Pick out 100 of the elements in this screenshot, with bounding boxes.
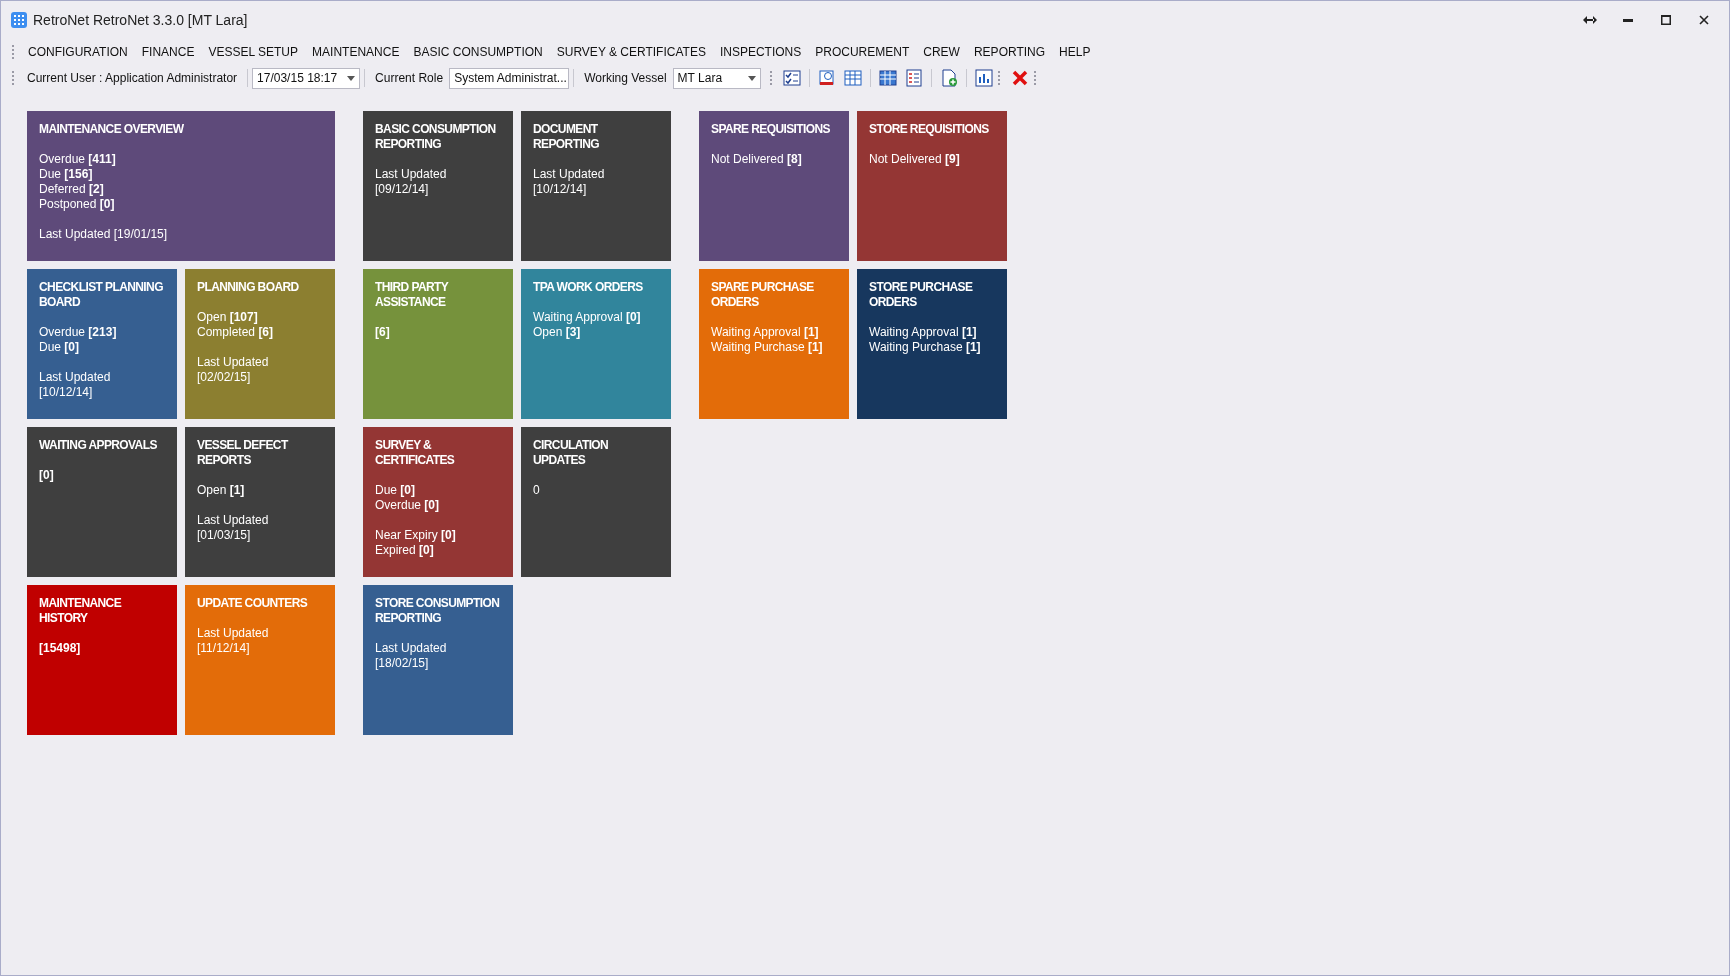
tile-title: MAINTENANCE HISTORY xyxy=(39,596,123,626)
tile-text: Near Expiry [0] xyxy=(375,528,457,543)
tile-text: Last Updated xyxy=(375,641,448,656)
dropdown-caret-icon xyxy=(747,75,756,81)
tile-text: 0 xyxy=(533,483,541,498)
vessel-dropdown[interactable]: MT Lara xyxy=(672,67,761,89)
dashboard-tile[interactable]: SPARE REQUISITIONS Not Delivered [8] xyxy=(699,111,849,261)
tile-title: THIRD PARTY ASSISTANCE xyxy=(375,280,450,310)
tile-text: Last Updated [19/01/15] xyxy=(39,227,169,242)
tile-text: [11/12/14] xyxy=(197,641,251,656)
tile-title: SPARE PURCHASE ORDERS xyxy=(711,280,815,310)
dashboard-tile[interactable]: STORE PURCHASE ORDERS Waiting Approval [1] Waiting Purchase [1] xyxy=(857,269,1007,419)
tile-text: [6] xyxy=(375,325,391,340)
tile-text: Deferred [2] xyxy=(39,182,105,197)
dashboard-tile[interactable]: CHECKLIST PLANNING BOARD Overdue [213] Due [0] Last Updated [10/12/14] xyxy=(27,269,177,419)
tile-text: Last Updated xyxy=(533,167,606,182)
tile-text: Last Updated xyxy=(375,167,448,182)
tile-text: Due [0] xyxy=(39,340,81,355)
tile-text: [18/02/15] xyxy=(375,656,430,671)
menu-item[interactable]: CONFIGURATION xyxy=(21,42,135,62)
toolbar-grip-icon xyxy=(1032,69,1037,87)
dashboard-tile[interactable]: STORE REQUISITIONS Not Delivered [9] xyxy=(857,111,1007,261)
close-icon[interactable] xyxy=(1699,15,1709,25)
dropdown-caret-icon xyxy=(347,75,356,81)
date-dropdown[interactable]: 17/03/15 18:17 xyxy=(252,67,361,89)
toolbar-grip-icon xyxy=(768,69,773,87)
menu-item[interactable]: BASIC CONSUMPTION xyxy=(406,42,550,62)
tile-text: Open [3] xyxy=(533,325,582,340)
minimize-icon[interactable] xyxy=(1623,18,1633,22)
maximize-icon[interactable] xyxy=(1661,15,1671,25)
tile-title: SPARE REQUISITIONS xyxy=(711,122,831,137)
tile-title: UPDATE COUNTERS xyxy=(197,596,309,611)
grid-icon[interactable] xyxy=(841,67,864,89)
menu-item[interactable]: REPORTING xyxy=(966,42,1053,62)
tile-text: [0] xyxy=(39,468,55,483)
menu-item[interactable]: CREW xyxy=(916,42,967,62)
tile-title: VESSEL DEFECT REPORTS xyxy=(197,438,290,468)
tile-text: [15498] xyxy=(39,641,82,656)
tile-text: Not Delivered [8] xyxy=(711,152,803,167)
tile-text: Last Updated xyxy=(39,370,112,385)
tile-title: BASIC CONSUMPTION REPORTING xyxy=(375,122,497,152)
menu-item[interactable]: HELP xyxy=(1052,42,1098,62)
dashboard-tile[interactable]: WAITING APPROVALS [0] xyxy=(27,427,177,577)
tile-text: [01/03/15] xyxy=(197,528,252,543)
tile-text: Not Delivered [9] xyxy=(869,152,961,167)
tile-text: Waiting Approval [1] xyxy=(711,325,820,340)
tile-text: Completed [6] xyxy=(197,325,275,340)
tile-title: DOCUMENT REPORTING xyxy=(533,122,600,152)
tile-text: Last Updated xyxy=(197,355,270,370)
menu-item[interactable]: VESSEL SETUP xyxy=(201,42,306,62)
menu-item[interactable]: MAINTENANCE xyxy=(305,42,407,62)
dashboard-tile[interactable]: VESSEL DEFECT REPORTS Open [1] Last Updated [01/03/15] xyxy=(185,427,335,577)
menu-item[interactable]: SURVEY & CERTIFICATES xyxy=(549,42,713,62)
toolbar-grip-icon xyxy=(11,69,15,87)
menu-item[interactable]: PROCUREMENT xyxy=(808,42,917,62)
tile-text: Waiting Approval [1] xyxy=(869,325,978,340)
tile-title: MAINTENANCE OVERVIEW xyxy=(39,122,185,137)
dashboard-tile[interactable]: TPA WORK ORDERS Waiting Approval [0] Open [3] xyxy=(521,269,671,419)
tile-title: CIRCULATION UPDATES xyxy=(533,438,610,468)
tile-title: PLANNING BOARD xyxy=(197,280,300,295)
tile-text: Due [0] xyxy=(375,483,417,498)
role-field[interactable]: System Administrat... xyxy=(449,67,570,89)
working-vessel-label: Working Vessel xyxy=(583,71,668,85)
current-role-label: Current Role xyxy=(374,71,445,85)
tile-text: Waiting Approval [0] xyxy=(533,310,642,325)
tile-title: STORE PURCHASE ORDERS xyxy=(869,280,974,310)
dashboard-tile[interactable]: MAINTENANCE HISTORY [15498] xyxy=(27,585,177,735)
tile-text: Overdue [0] xyxy=(375,498,441,513)
tile-text: Expired [0] xyxy=(375,543,435,558)
tile-text: Waiting Purchase [1] xyxy=(711,340,824,355)
dashboard-tile[interactable]: PLANNING BOARD Open [107] Completed [6] Last Updated [02/02/15] xyxy=(185,269,335,419)
tile-title: CHECKLIST PLANNING BOARD xyxy=(39,280,164,310)
tile-text: [02/02/15] xyxy=(197,370,252,385)
toolbar-grip-icon xyxy=(996,69,1001,87)
tile-title: STORE CONSUMPTION REPORTING xyxy=(375,596,501,626)
menu-item[interactable]: FINANCE xyxy=(134,42,202,62)
tile-text: Last Updated xyxy=(197,513,270,528)
toolbar-grip-icon xyxy=(11,43,15,61)
checklist-icon[interactable] xyxy=(780,67,803,89)
tile-text: Overdue [213] xyxy=(39,325,118,340)
dashboard-tile[interactable]: MAINTENANCE OVERVIEW Overdue [411] Due [156] Deferred [2] Postponed [0] Last Updated [19/01/15] xyxy=(27,111,335,261)
tile-text: [10/12/14] xyxy=(39,385,94,400)
tile-text: Open [107] xyxy=(197,310,259,325)
tile-text: [09/12/14] xyxy=(375,182,430,197)
dashboard-tile[interactable]: CIRCULATION UPDATES 0 xyxy=(521,427,671,577)
tile-title: STORE REQUISITIONS xyxy=(869,122,990,137)
resize-icon[interactable] xyxy=(1583,16,1597,24)
bar-chart-icon[interactable] xyxy=(972,67,995,89)
dashboard-tile[interactable]: BASIC CONSUMPTION REPORTING Last Updated [09/12/14] xyxy=(363,111,513,261)
tile-title: TPA WORK ORDERS xyxy=(533,280,644,295)
dashboard-tile[interactable]: THIRD PARTY ASSISTANCE [6] xyxy=(363,269,513,419)
current-user-label: Current User : Application Administrator xyxy=(26,71,239,85)
dashboard-tile[interactable]: SURVEY & CERTIFICATES Due [0] Overdue [0] Near Expiry [0] Expired [0] xyxy=(363,427,513,577)
tile-text: Last Updated xyxy=(197,626,270,641)
dashboard-tile[interactable]: DOCUMENT REPORTING Last Updated [10/12/14] xyxy=(521,111,671,261)
table-icon[interactable] xyxy=(876,67,899,89)
tile-text: Due [156] xyxy=(39,167,94,182)
dashboard-tile[interactable]: STORE CONSUMPTION REPORTING Last Updated [18/02/15] xyxy=(363,585,513,735)
tile-text: Waiting Purchase [1] xyxy=(869,340,982,355)
menu-item[interactable]: INSPECTIONS xyxy=(712,42,809,62)
